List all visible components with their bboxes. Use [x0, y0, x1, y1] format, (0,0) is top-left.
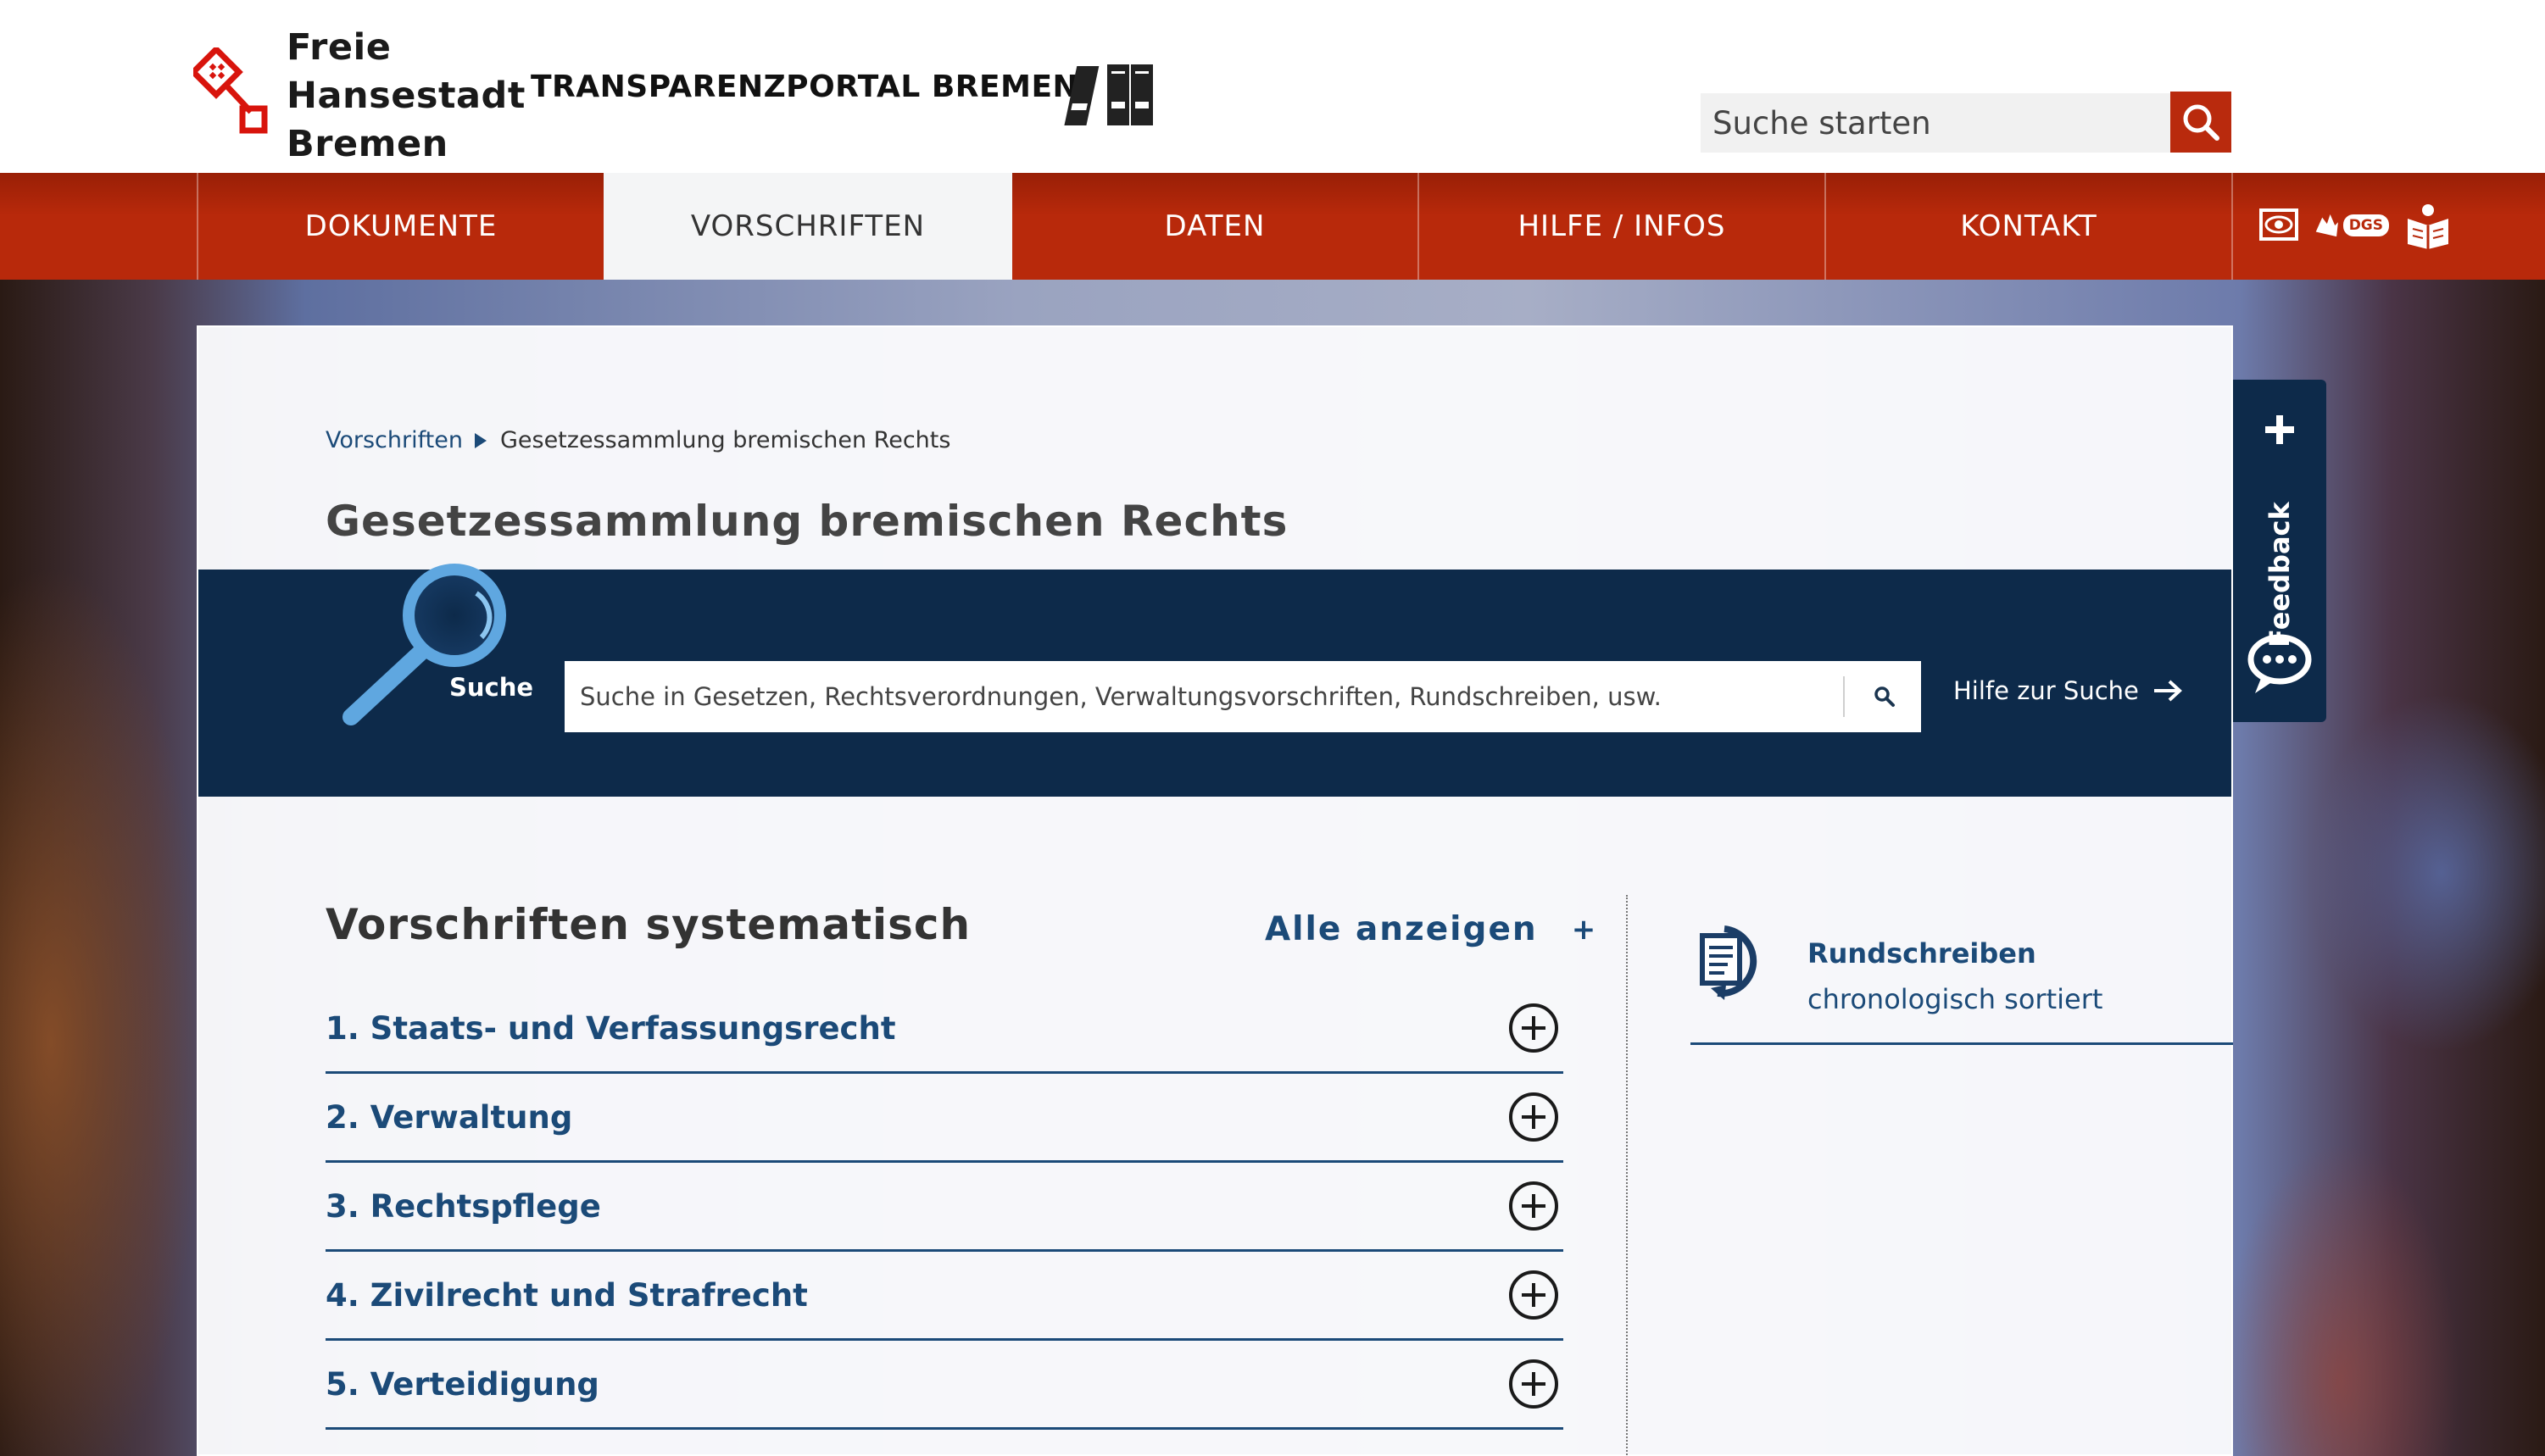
search-label: Suche: [449, 673, 534, 702]
hands-icon: [2315, 214, 2338, 237]
expand-plus-icon[interactable]: [1507, 1180, 1560, 1232]
plus-icon: +: [1571, 912, 1598, 947]
category-item[interactable]: 5. Verteidigung: [326, 1341, 1563, 1430]
category-item[interactable]: 4. Zivilrecht und Strafrecht: [326, 1252, 1563, 1341]
plus-icon: [2265, 415, 2294, 444]
logo-line: Hansestadt: [287, 75, 526, 117]
category-label: 5. Verteidigung: [326, 1365, 599, 1403]
column-divider: [1626, 895, 1628, 1456]
nav-item-vorschriften[interactable]: VORSCHRIFTEN: [604, 173, 1012, 280]
expand-plus-icon[interactable]: [1507, 1269, 1560, 1321]
breadcrumb-link-vorschriften[interactable]: Vorschriften: [326, 427, 463, 453]
category-item[interactable]: 1. Staats- und Verfassungsrecht: [326, 985, 1563, 1074]
law-search-button[interactable]: [1848, 661, 1921, 732]
show-all-button[interactable]: Alle anzeigen +: [1265, 910, 1597, 948]
binders-icon: [1064, 64, 1153, 125]
section-title-systematic: Vorschriften systematisch: [326, 900, 972, 949]
logo-line: Bremen: [287, 123, 448, 165]
category-label: 4. Zivilrecht und Strafrecht: [326, 1276, 808, 1314]
nav-item-hilfe-infos[interactable]: HILFE / INFOS: [1417, 173, 1824, 280]
nav-item-dokumente[interactable]: DOKUMENTE: [197, 173, 604, 280]
circular-letter-icon[interactable]: [1699, 920, 1770, 1003]
expand-plus-icon[interactable]: [1507, 1091, 1560, 1143]
search-help-link[interactable]: Hilfe zur Suche: [1953, 676, 2185, 705]
logo-line: Freie: [287, 26, 392, 69]
feedback-label: Feedback: [2264, 502, 2296, 647]
nav-divider: [2231, 173, 2233, 280]
search-icon: [1874, 686, 1895, 707]
rundschreiben-link[interactable]: Rundschreiben: [1807, 937, 2036, 970]
category-label: 1. Staats- und Verfassungsrecht: [326, 1009, 896, 1047]
nav-label: DOKUMENTE: [304, 209, 498, 243]
site-search-input[interactable]: [1701, 93, 2230, 153]
category-list: 1. Staats- und Verfassungsrecht 2. Verwa…: [326, 985, 1563, 1430]
arrow-right-icon: [2153, 680, 2182, 702]
magnifier-icon: [342, 564, 506, 725]
speech-bubble-icon: [2247, 634, 2312, 693]
main-navigation: DOKUMENTE VORSCHRIFTEN DATEN HILFE / INF…: [0, 173, 2545, 280]
search-help-label: Hilfe zur Suche: [1953, 676, 2139, 705]
rundschreiben-subtitle[interactable]: chronologisch sortiert: [1807, 983, 2102, 1015]
category-item[interactable]: 3. Rechtspflege: [326, 1163, 1563, 1252]
search-divider: [1843, 676, 1845, 717]
expand-plus-icon[interactable]: [1507, 1002, 1560, 1054]
nav-label: DATEN: [1164, 209, 1266, 243]
search-icon: [2183, 104, 2219, 141]
show-all-label: Alle anzeigen: [1265, 910, 1538, 948]
law-search-panel: Suche Hilfe zur Suche: [198, 564, 2231, 797]
sign-language-icon[interactable]: DGS: [2313, 202, 2389, 249]
nav-label: HILFE / INFOS: [1518, 209, 1726, 243]
law-search-box: [565, 661, 1921, 732]
nav-item-kontakt[interactable]: KONTAKT: [1824, 173, 2231, 280]
sign-language-badge: DGS: [2342, 214, 2389, 236]
site-header: Freie Hansestadt Bremen TRANSPARENZPORTA…: [0, 0, 2545, 173]
feedback-tab[interactable]: Feedback: [2233, 380, 2326, 722]
nav-label: VORSCHRIFTEN: [690, 209, 926, 243]
rundschreiben-underline: [1690, 1042, 2233, 1045]
portal-title[interactable]: TRANSPARENZPORTAL BREMEN: [531, 69, 1078, 104]
category-label: 2. Verwaltung: [326, 1098, 573, 1136]
nav-label: KONTAKT: [1960, 209, 2097, 243]
expand-plus-icon[interactable]: [1507, 1358, 1560, 1410]
content-card: Vorschriften Gesetzessammlung bremischen…: [197, 325, 2233, 1456]
page-title: Gesetzessammlung bremischen Rechts: [326, 497, 1289, 546]
easy-language-icon[interactable]: [2406, 202, 2450, 249]
eye-icon[interactable]: [2258, 202, 2299, 249]
site-search-button[interactable]: [2170, 92, 2231, 153]
law-search-input[interactable]: [565, 661, 1836, 732]
breadcrumb-arrow-icon: [474, 432, 487, 448]
city-name[interactable]: Freie Hansestadt Bremen: [287, 24, 526, 169]
breadcrumb: Vorschriften Gesetzessammlung bremischen…: [326, 427, 950, 453]
nav-item-daten[interactable]: DATEN: [1012, 173, 1417, 280]
breadcrumb-current: Gesetzessammlung bremischen Rechts: [499, 427, 951, 453]
category-item[interactable]: 2. Verwaltung: [326, 1074, 1563, 1163]
bremen-key-logo-icon[interactable]: [193, 47, 271, 141]
category-label: 3. Rechtspflege: [326, 1187, 601, 1225]
